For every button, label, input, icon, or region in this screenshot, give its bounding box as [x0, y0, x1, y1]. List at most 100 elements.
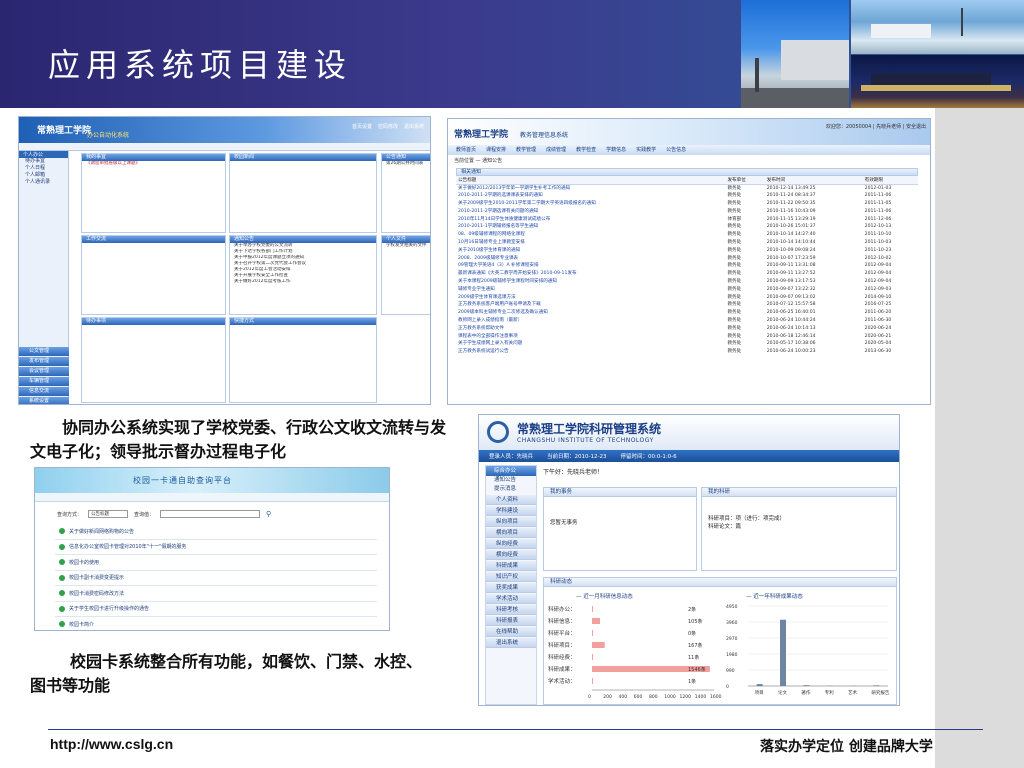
- research-side-module[interactable]: 退出系统: [486, 638, 536, 648]
- notice-title-cell[interactable]: 关于2010级学生体育课的通知: [456, 247, 725, 255]
- table-row[interactable]: 正方教务系统试运行公告 教务处 2010-06-24 10:00:23 2013-06…: [456, 348, 918, 356]
- list-item[interactable]: 关于学生校园卡进行升级操作的通告: [55, 602, 377, 617]
- research-side-module[interactable]: 横向项目: [486, 528, 536, 538]
- table-row[interactable]: 09管理大学英语4（3）A 补修课程安排 教务处 2010-09-11 13:31:…: [456, 262, 918, 270]
- research-side-module[interactable]: 个人资料: [486, 495, 536, 505]
- notice-expire-cell: 2012-09-04: [864, 279, 892, 285]
- research-side-module[interactable]: 获奖成果: [486, 583, 536, 593]
- notice-title-cell[interactable]: 2009级学生体育课选课方法: [456, 294, 725, 302]
- edu-menu-item[interactable]: 教师首页: [456, 145, 476, 155]
- table-row[interactable]: 关于学生成绩网上录入有关问题 教务处 2010-05-17 10:38:06 2020…: [456, 340, 918, 348]
- research-side-module[interactable]: 在线帮助: [486, 627, 536, 637]
- table-row[interactable]: 课程表中的全部操作注意事项 教务处 2010-06-18 12:46:14 2020-…: [456, 333, 918, 341]
- oa-sidebar-item[interactable]: 个人通讯录: [19, 179, 68, 186]
- notice-title-cell[interactable]: 2009级本科主辅修专业二次修选及确认通知: [456, 309, 725, 317]
- table-row[interactable]: 最新课表通知《大英二教学周开始安排》2010-09-11发布 教务处 2010-09…: [456, 270, 918, 278]
- notice-title-cell[interactable]: 关于做好2012/2013学年第一学期学生补考工作的通知: [456, 184, 725, 192]
- research-side-module[interactable]: 科研成果: [486, 561, 536, 571]
- edu-menu-item[interactable]: 成绩管理: [546, 145, 566, 155]
- notice-title-cell[interactable]: 2010-2011-2学期选课有关问题的通知: [456, 208, 725, 216]
- edu-menu-item[interactable]: 实践教学: [636, 145, 656, 155]
- card-search-input[interactable]: [160, 510, 261, 518]
- edu-menu-item[interactable]: 公告信息: [666, 145, 686, 155]
- research-my-line[interactable]: 科研项目：项（进行：项完成）: [702, 515, 896, 523]
- table-row[interactable]: 2009级学生体育课选课方法 教务处 2010-09-07 09:13:02 2014…: [456, 294, 918, 302]
- footer-url[interactable]: http://www.cslg.cn: [50, 736, 173, 752]
- notice-title-cell[interactable]: 关于学生成绩网上录入有关问题: [456, 340, 725, 348]
- research-side-item[interactable]: 提示消息: [486, 485, 536, 494]
- table-row[interactable]: 关于做好2012/2013学年第一学期学生补考工作的通知 教务处 2010-12-1…: [456, 184, 918, 192]
- notice-title-cell[interactable]: 正方教务系统帮助文件: [456, 325, 725, 333]
- edu-user-text[interactable]: 欢迎您：20050004 | 先晓兵老师 | 安全退出: [826, 123, 926, 130]
- oa-link-password[interactable]: 密码修改: [378, 123, 398, 130]
- notice-title-cell[interactable]: 辅修专业学生通知: [456, 286, 725, 294]
- table-row[interactable]: 10月16日辅修专业上课教室安排 教务处 2010-10-14 14:10:44 20…: [456, 239, 918, 247]
- notice-title-cell[interactable]: 关于本课程2009级辅修学生课程时间安排的通知: [456, 278, 725, 286]
- notice-title-cell[interactable]: 关于2009级学生2010-2011学年第二学期大学英语四级报名的通知: [456, 200, 725, 208]
- notice-title-cell[interactable]: 正方教务系统试运行公告: [456, 348, 725, 356]
- notice-title-cell[interactable]: 正方教务系统客户端用户账号申请及下载: [456, 301, 725, 309]
- edu-menu-item[interactable]: 教学检查: [576, 145, 596, 155]
- research-side-item[interactable]: 通知公告: [486, 476, 536, 485]
- table-row[interactable]: 关于本课程2009级辅修学生课程时间安排的通知 教务处 2010-09-09 13:…: [456, 278, 918, 286]
- notice-title-cell[interactable]: 课程表中的全部操作注意事项: [456, 333, 725, 341]
- research-side-module[interactable]: 科研报表: [486, 616, 536, 626]
- list-item[interactable]: 信息化办公室校园卡管理对2010年"十一"假期的服务: [55, 540, 377, 555]
- list-item[interactable]: 校园卡的使用: [55, 555, 377, 571]
- search-icon[interactable]: ⚲: [266, 510, 271, 518]
- table-row[interactable]: 正方教务系统客户端用户账号申请及下载 教务处 2010-07-12 15:57:58…: [456, 301, 918, 309]
- list-item[interactable]: 校园卡消费密码修改方法: [55, 586, 377, 602]
- oa-panel-line[interactable]: 关于做好2012年度考核工作: [230, 279, 376, 285]
- research-side-module[interactable]: 纵向经费: [486, 539, 536, 549]
- list-item[interactable]: 校园卡简介: [55, 617, 377, 630]
- table-row[interactable]: 2010-2011-2学期的选课课表安排的通知 教务处 2010-11-24 08:…: [456, 192, 918, 200]
- list-item[interactable]: 校园卡副卡消费变更提示: [55, 571, 377, 586]
- list-item[interactable]: 关于做好新闻网络购物的公告: [55, 524, 377, 540]
- edu-menu-item[interactable]: 课程安排: [486, 145, 506, 155]
- oa-module[interactable]: 信息交流: [19, 387, 69, 396]
- table-row[interactable]: 2008、2009级辅修专业课表 教务处 2010-10-07 17:23:59 20…: [456, 255, 918, 263]
- notice-title-cell[interactable]: 10月16日辅修专业上课教室安排: [456, 239, 725, 247]
- table-row[interactable]: 关于2010级学生体育课的通知 教务处 2010-10-09 09:08:24 201…: [456, 247, 918, 255]
- research-side-module[interactable]: 横向经费: [486, 550, 536, 560]
- notice-title-cell[interactable]: 最新课表通知《大英二教学周开始安排》2010-09-11发布: [456, 270, 725, 278]
- edu-menu-item[interactable]: 学籍信息: [606, 145, 626, 155]
- research-side-module[interactable]: 科研考核: [486, 605, 536, 615]
- oa-module[interactable]: 车辆管理: [19, 377, 69, 386]
- table-row[interactable]: 08、09级辅修课程的网络化课程 教务处 2010-10-14 14:27:40 20…: [456, 231, 918, 239]
- oa-module[interactable]: 公文管理: [19, 347, 69, 356]
- oa-link-logout[interactable]: 退出系统: [404, 123, 424, 130]
- research-side-module[interactable]: 纵向项目: [486, 517, 536, 527]
- notice-title-cell[interactable]: 2010年11月14日学生体质健康测试成绩公布: [456, 216, 725, 224]
- research-side-module[interactable]: 知识产权: [486, 572, 536, 582]
- oa-sidebar-item[interactable]: 个人日程: [19, 165, 68, 172]
- notice-title-cell[interactable]: 2010-2011-2学期的选课课表安排的通知: [456, 192, 725, 200]
- table-row[interactable]: 2010-2011-2学期选课有关问题的通知 教务处 2010-11-16 10:4…: [456, 208, 918, 216]
- table-row[interactable]: 教师网上录入成绩指南（最新） 教务处 2010-06-24 10:44:24 2011…: [456, 317, 918, 325]
- oa-module[interactable]: 会议管理: [19, 367, 69, 376]
- card-search-select[interactable]: 公告标题: [88, 510, 129, 518]
- research-my-line[interactable]: 科研论文：篇: [702, 523, 896, 531]
- oa-sidebar-item[interactable]: 个人邮箱: [19, 172, 68, 179]
- table-row[interactable]: 关于2009级学生2010-2011学年第二学期大学英语四级报名的通知 教务处 20…: [456, 200, 918, 208]
- notice-title-cell[interactable]: 2010-2011-1学期辅修报名等学生通知: [456, 223, 725, 231]
- research-side-module[interactable]: 学术活动: [486, 594, 536, 604]
- table-row[interactable]: 辅修专业学生通知 教务处 2010-09-07 13:22:32 2012-09-03: [456, 286, 918, 294]
- oa-link-home[interactable]: 首页设置: [352, 123, 372, 130]
- oa-sidebar-item[interactable]: 待办事宜: [19, 158, 68, 165]
- notice-title-cell[interactable]: 教师网上录入成绩指南（最新）: [456, 317, 725, 325]
- oa-panel-line[interactable]: 《请您审批省级以上课题》: [82, 161, 225, 167]
- table-row[interactable]: 2010-2011-1学期辅修报名等学生通知 教务处 2010-10-26 15:0…: [456, 223, 918, 231]
- oa-module[interactable]: 发布管理: [19, 357, 69, 366]
- table-row[interactable]: 2009级本科主辅修专业二次修选及确认通知 教务处 2010-06-25 16:40…: [456, 309, 918, 317]
- notice-title-cell[interactable]: 08、09级辅修课程的网络化课程: [456, 231, 725, 239]
- notice-title-cell[interactable]: 09管理大学英语4（3）A 补修课程安排: [456, 262, 725, 270]
- notice-title-cell[interactable]: 2008、2009级辅修专业课表: [456, 255, 725, 263]
- oa-panel-line[interactable]: 第26期公共时间表: [382, 161, 430, 167]
- oa-panel-line[interactable]: 学校发文相关的文件: [382, 243, 430, 249]
- edu-menu-item[interactable]: 教学管理: [516, 145, 536, 155]
- oa-module[interactable]: 系统设置: [19, 397, 69, 404]
- table-row[interactable]: 正方教务系统帮助文件 教务处 2010-06-24 10:14:13 2020-06-…: [456, 325, 918, 333]
- research-side-module[interactable]: 学科建设: [486, 506, 536, 516]
- table-row[interactable]: 2010年11月14日学生体质健康测试成绩公布 体育部 2010-11-15 13:…: [456, 216, 918, 224]
